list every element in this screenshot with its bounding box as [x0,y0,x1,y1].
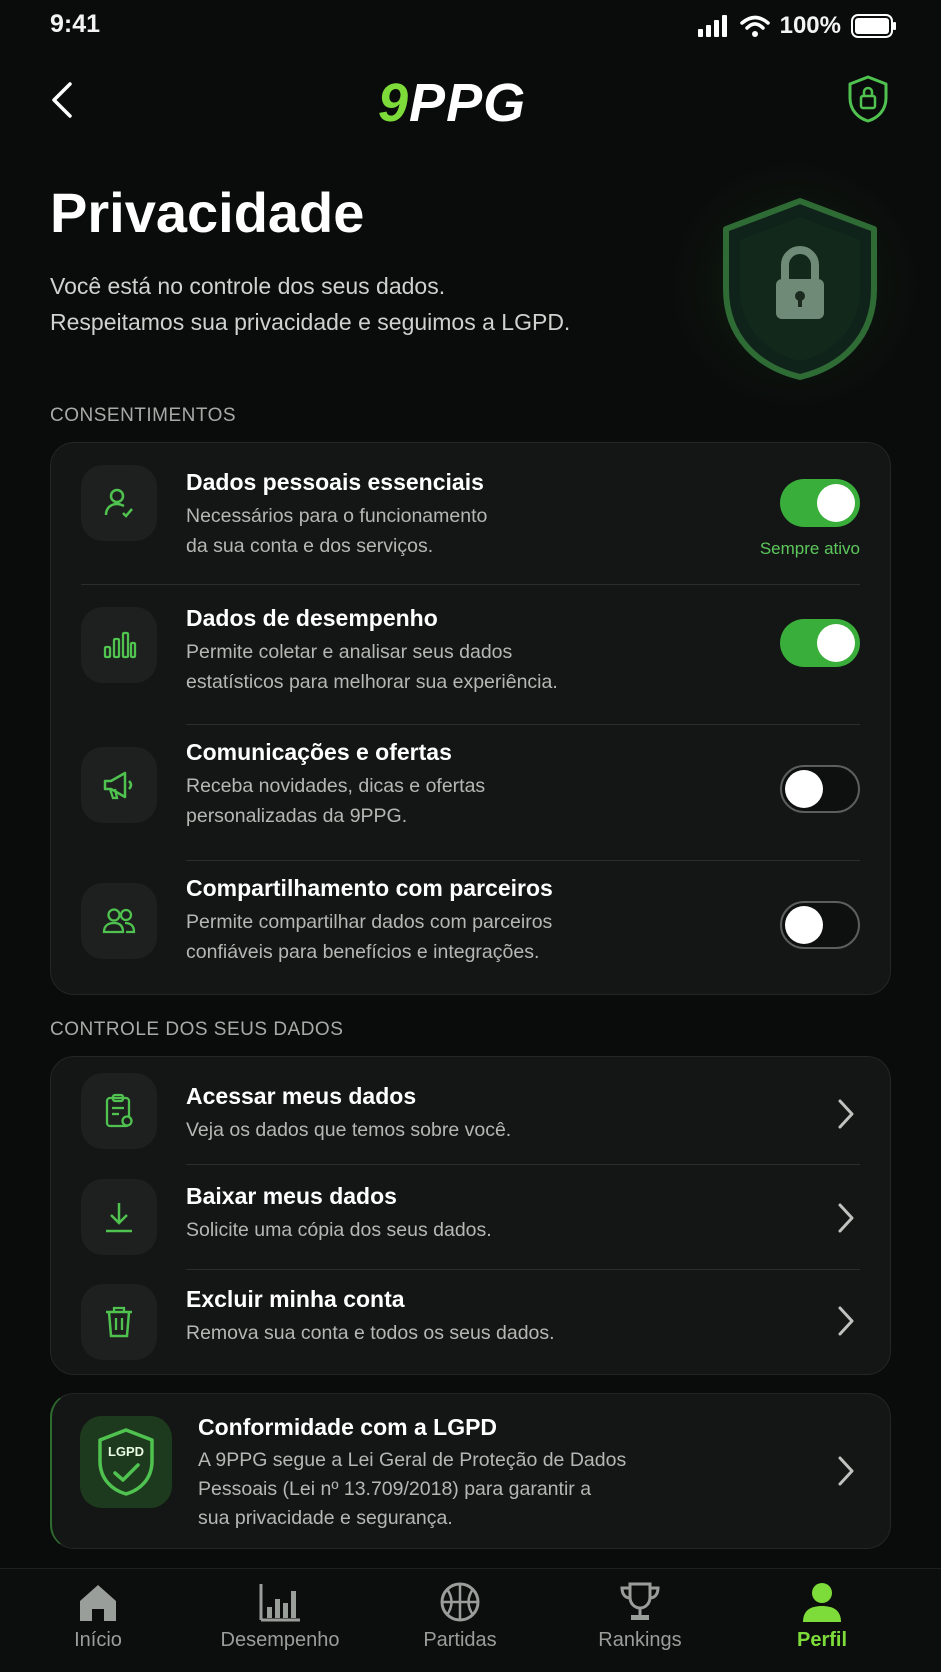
users-icon [81,883,157,959]
lgpd-title: Conformidade com a LGPD [198,1414,498,1440]
bar-chart-icon [81,607,157,683]
always-active-label: Sempre ativo [759,539,860,558]
download-icon [81,1179,157,1255]
battery-percent: 100% [779,12,841,39]
item-title: Excluir minha conta [186,1286,405,1312]
delete-account-item[interactable]: Excluir minha conta Remova sua conta e t… [51,1270,890,1376]
lgpd-badge-text: LGPD [107,1444,145,1459]
consent-desc: Receba novidades, dicas e ofertas person… [186,775,486,827]
clipboard-icon [81,1073,157,1149]
back-button[interactable] [40,76,84,124]
megaphone-icon [81,747,157,823]
trophy-icon [620,1582,660,1620]
tab-rankings[interactable]: Rankings [555,1581,725,1652]
item-desc: Veja os dados que temos sobre você. [186,1119,512,1141]
page-subtitle: Você está no controle dos seus dados. Re… [50,273,571,335]
wifi-icon [739,15,770,37]
hero-shield-lock-icon [723,198,877,380]
chevron-left-icon [52,82,72,118]
toggle-essential[interactable] [780,479,860,527]
tab-inicio[interactable]: Início [13,1581,183,1652]
battery-icon [851,14,896,38]
consent-title: Comunicações e ofertas [186,739,452,765]
item-title: Baixar meus dados [186,1183,397,1209]
consent-title: Compartilhamento com parceiros [186,875,553,901]
app-logo: 9PPG [378,73,527,133]
consent-item-communications: Comunicações e ofertas Receba novidades,… [51,725,890,861]
status-time: 9:41 [50,10,101,38]
bottom-tab-bar: Início Desempenho Partidas Rankings Perf… [0,1568,941,1672]
lgpd-badge: LGPD [80,1416,172,1508]
chevron-right-icon [838,1306,854,1336]
download-data-item[interactable]: Baixar meus dados Solicite uma cópia dos… [51,1165,890,1270]
item-desc: Solicite uma cópia dos seus dados. [186,1219,492,1241]
consents-card: Dados pessoais essenciais Necessários pa… [50,442,891,995]
chevron-right-icon [838,1456,854,1486]
chevron-right-icon [838,1099,854,1129]
toggle-communications[interactable] [780,765,860,813]
lgpd-compliance-card[interactable]: LGPD Conformidade com a LGPD A 9PPG segu… [50,1393,891,1549]
stats-icon [259,1584,300,1622]
consents-section-label: CONSENTIMENTOS [50,405,237,426]
toggle-performance[interactable] [780,619,860,667]
signal-icon [697,15,727,37]
consent-title: Dados de desempenho [186,605,438,631]
consent-desc: Permite coletar e analisar seus dados es… [186,641,558,693]
status-indicators: 100% [697,12,897,40]
lgpd-shield-icon [98,1428,154,1496]
chevron-right-icon [838,1203,854,1233]
access-data-item[interactable]: Acessar meus dados Veja os dados que tem… [51,1057,890,1165]
home-icon [80,1585,116,1621]
toggle-partners[interactable] [780,901,860,949]
trash-icon [81,1284,157,1360]
data-control-card: Acessar meus dados Veja os dados que tem… [50,1056,891,1375]
item-title: Acessar meus dados [186,1083,417,1109]
tab-partidas[interactable]: Partidas [375,1581,545,1652]
user-check-icon [81,465,157,541]
tab-perfil[interactable]: Perfil [737,1581,907,1652]
data-control-section-label: CONTROLE DOS SEUS DADOS [50,1019,344,1040]
tab-desempenho[interactable]: Desempenho [195,1581,365,1652]
lgpd-desc: A 9PPG segue a Lei Geral de Proteção de … [198,1449,627,1529]
item-desc: Remova sua conta e todos os seus dados. [186,1322,555,1344]
consent-title: Dados pessoais essenciais [186,469,484,495]
ball-icon [440,1582,480,1622]
consent-desc: Necessários para o funcionamento da sua … [186,505,488,557]
profile-icon [803,1583,841,1622]
consent-item-performance: Dados de desempenho Permite coletar e an… [51,585,890,725]
consent-item-essential: Dados pessoais essenciais Necessários pa… [51,443,890,585]
consent-item-partners: Compartilhamento com parceiros Permite c… [51,861,890,996]
security-button[interactable] [845,74,891,124]
consent-desc: Permite compartilhar dados com parceiros… [186,911,553,963]
page-title: Privacidade [50,181,365,244]
shield-lock-icon [848,75,888,123]
